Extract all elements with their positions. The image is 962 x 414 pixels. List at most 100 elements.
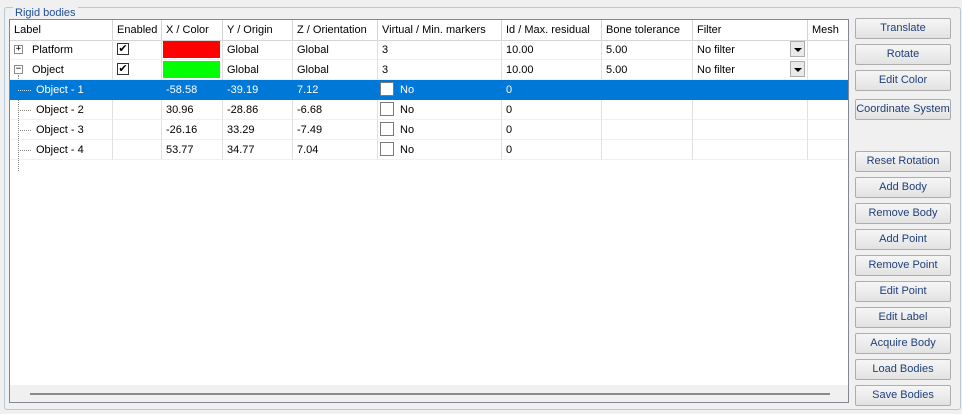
collapse-icon[interactable]: −: [14, 65, 23, 74]
column-header-mesh[interactable]: Mesh: [808, 20, 848, 40]
x-cell[interactable]: -26.16: [162, 120, 223, 140]
y-cell[interactable]: 34.77: [223, 140, 293, 160]
column-header-enabled[interactable]: Enabled: [113, 20, 162, 40]
enabled-checkbox[interactable]: ✔: [117, 63, 129, 75]
tree-connector: [18, 110, 31, 111]
column-header-label[interactable]: Label: [10, 20, 113, 40]
translate-button[interactable]: Translate: [855, 18, 951, 39]
id-cell[interactable]: 0: [502, 80, 602, 100]
filter-dropdown[interactable]: No filter: [693, 60, 808, 80]
z-cell[interactable]: -6.68: [293, 100, 378, 120]
x-cell[interactable]: 30.96: [162, 100, 223, 120]
id-cell[interactable]: 0: [502, 100, 602, 120]
rotate-button[interactable]: Rotate: [855, 44, 951, 65]
color-cell[interactable]: [162, 60, 223, 80]
add-point-button[interactable]: Add Point: [855, 229, 951, 250]
color-swatch: [163, 41, 220, 58]
virtual-cell[interactable]: No: [378, 80, 502, 100]
column-header-bone-tolerance[interactable]: Bone tolerance: [602, 20, 693, 40]
body-label: Object: [32, 64, 64, 76]
chevron-down-icon[interactable]: [790, 41, 805, 57]
id-cell[interactable]: 0: [502, 140, 602, 160]
z-cell[interactable]: 7.12: [293, 80, 378, 100]
coordinate-system-button[interactable]: Coordinate System: [855, 99, 951, 120]
filter-cell: [693, 80, 808, 100]
load-bodies-button[interactable]: Load Bodies: [855, 359, 951, 380]
virtual-cell[interactable]: No: [378, 100, 502, 120]
virtual-value: No: [400, 84, 415, 96]
bone-tolerance-cell: [602, 100, 693, 120]
mesh-cell[interactable]: [808, 40, 848, 60]
mesh-cell: [808, 140, 848, 160]
max-residual-cell[interactable]: 10.00: [502, 60, 602, 80]
table-row-platform[interactable]: + Platform ✔ Global Global 3 10.00 5.00 …: [10, 40, 848, 60]
virtual-cell[interactable]: No: [378, 140, 502, 160]
column-header-virtual-min-markers[interactable]: Virtual / Min. markers: [378, 20, 502, 40]
chevron-down-icon[interactable]: [790, 61, 805, 77]
virtual-value: No: [400, 104, 415, 116]
scrollbar-thumb[interactable]: [30, 393, 830, 395]
orientation-cell[interactable]: Global: [293, 60, 378, 80]
horizontal-scrollbar[interactable]: [10, 385, 848, 402]
min-markers-cell[interactable]: 3: [378, 60, 502, 80]
virtual-cell[interactable]: No: [378, 120, 502, 140]
x-cell[interactable]: 53.77: [162, 140, 223, 160]
table-row-point-4[interactable]: Object - 4 53.77 34.77 7.04 No 0: [10, 140, 848, 160]
table-row-point-1[interactable]: Object - 1 -58.58 -39.19 7.12 No 0: [10, 80, 848, 100]
point-label: Object - 3: [36, 124, 84, 136]
filter-dropdown[interactable]: No filter: [693, 40, 808, 60]
edit-label-button[interactable]: Edit Label: [855, 307, 951, 328]
origin-cell[interactable]: Global: [223, 60, 293, 80]
x-cell[interactable]: -58.58: [162, 80, 223, 100]
origin-cell[interactable]: Global: [223, 40, 293, 60]
mesh-cell: [808, 80, 848, 100]
save-bodies-button[interactable]: Save Bodies: [855, 385, 951, 406]
table-row-object[interactable]: − Object ✔ Global Global 3 10.00 5.00 No…: [10, 60, 848, 80]
bone-tolerance-cell: [602, 120, 693, 140]
rigid-bodies-grid[interactable]: Label Enabled X / Color Y / Origin Z / O…: [9, 19, 849, 403]
tree-connector: [18, 150, 31, 151]
acquire-body-button[interactable]: Acquire Body: [855, 333, 951, 354]
mesh-cell[interactable]: [808, 60, 848, 80]
column-header-x-color[interactable]: X / Color: [162, 20, 223, 40]
virtual-value: No: [400, 144, 415, 156]
reset-rotation-button[interactable]: Reset Rotation: [855, 151, 951, 172]
virtual-checkbox[interactable]: [380, 122, 394, 136]
bone-tolerance-cell[interactable]: 5.00: [602, 40, 693, 60]
table-row-point-3[interactable]: Object - 3 -26.16 33.29 -7.49 No 0: [10, 120, 848, 140]
color-cell[interactable]: [162, 40, 223, 60]
edit-color-button[interactable]: Edit Color: [855, 70, 951, 91]
expand-icon[interactable]: +: [14, 45, 23, 54]
column-header-z-orientation[interactable]: Z / Orientation: [293, 20, 378, 40]
enabled-checkbox[interactable]: ✔: [117, 43, 129, 55]
orientation-cell[interactable]: Global: [293, 40, 378, 60]
virtual-checkbox[interactable]: [380, 102, 394, 116]
edit-point-button[interactable]: Edit Point: [855, 281, 951, 302]
virtual-checkbox[interactable]: [380, 142, 394, 156]
id-cell[interactable]: 0: [502, 120, 602, 140]
column-header-filter[interactable]: Filter: [693, 20, 808, 40]
min-markers-cell[interactable]: 3: [378, 40, 502, 60]
color-swatch: [163, 61, 220, 78]
tree-connector: [18, 130, 31, 131]
y-cell[interactable]: -39.19: [223, 80, 293, 100]
grid-header: Label Enabled X / Color Y / Origin Z / O…: [10, 20, 848, 41]
enabled-cell: [113, 120, 162, 140]
column-header-y-origin[interactable]: Y / Origin: [223, 20, 293, 40]
enabled-cell: [113, 140, 162, 160]
virtual-checkbox[interactable]: [380, 82, 394, 96]
column-header-id-max-residual[interactable]: Id / Max. residual: [502, 20, 602, 40]
max-residual-cell[interactable]: 10.00: [502, 40, 602, 60]
enabled-cell: [113, 100, 162, 120]
point-label: Object - 4: [36, 144, 84, 156]
add-body-button[interactable]: Add Body: [855, 177, 951, 198]
mesh-cell: [808, 120, 848, 140]
y-cell[interactable]: -28.86: [223, 100, 293, 120]
y-cell[interactable]: 33.29: [223, 120, 293, 140]
remove-body-button[interactable]: Remove Body: [855, 203, 951, 224]
z-cell[interactable]: 7.04: [293, 140, 378, 160]
table-row-point-2[interactable]: Object - 2 30.96 -28.86 -6.68 No 0: [10, 100, 848, 120]
z-cell[interactable]: -7.49: [293, 120, 378, 140]
bone-tolerance-cell[interactable]: 5.00: [602, 60, 693, 80]
remove-point-button[interactable]: Remove Point: [855, 255, 951, 276]
